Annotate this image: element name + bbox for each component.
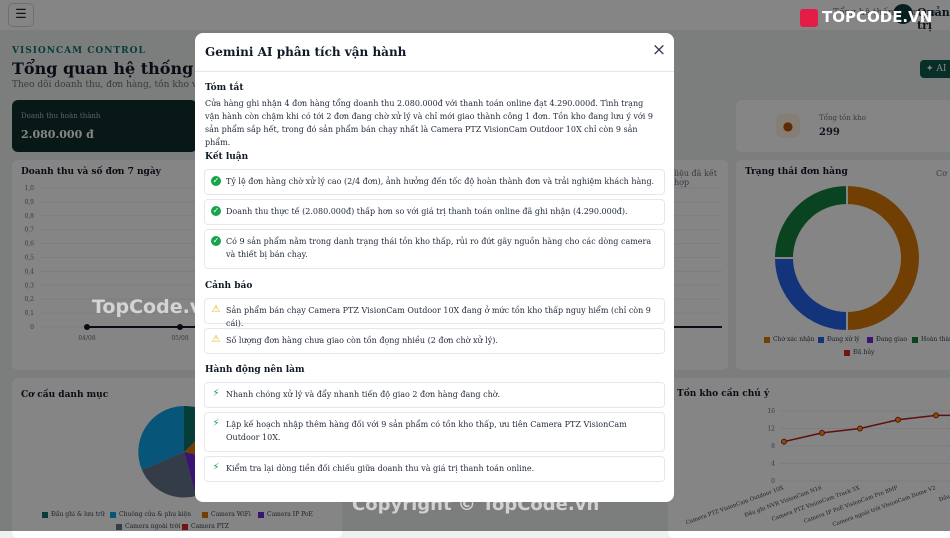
lightning-icon: ⚡ bbox=[212, 418, 220, 429]
action-text: Kiểm tra lại dòng tiền đối chiếu giữa do… bbox=[226, 464, 535, 473]
action-item: ⚡ Lập kế hoạch nhập thêm hàng đối với 9 … bbox=[204, 412, 665, 452]
action-text: Nhanh chóng xử lý và đẩy nhanh tiến độ g… bbox=[226, 390, 501, 399]
warning-text: Số lượng đơn hàng chưa giao còn tồn đọng… bbox=[226, 336, 498, 345]
action-item: ⚡ Kiểm tra lại dòng tiền đối chiếu giữa … bbox=[204, 456, 665, 482]
action-item: ⚡ Nhanh chóng xử lý và đẩy nhanh tiến độ… bbox=[204, 382, 665, 408]
warning-item: ⚠ Số lượng đơn hàng chưa giao còn tồn đọ… bbox=[204, 328, 665, 354]
warnings-heading: Cảnh báo bbox=[205, 281, 253, 291]
ai-analysis-modal: Gemini AI phân tích vận hành × Tóm tắt C… bbox=[195, 33, 674, 502]
check-circle-icon: ✓ bbox=[211, 236, 221, 246]
summary-text: Cửa hàng ghi nhận 4 đơn hàng tổng doanh … bbox=[205, 99, 653, 147]
conclusions-heading: Kết luận bbox=[205, 152, 249, 162]
actions-heading: Hành động nên làm bbox=[205, 365, 305, 375]
topcode-logo-icon bbox=[800, 8, 818, 27]
conclusion-item: ✓ Doanh thu thực tế (2.080.000đ) thấp hơ… bbox=[204, 199, 665, 225]
action-text: Lập kế hoạch nhập thêm hàng đối với 9 sả… bbox=[226, 420, 627, 442]
conclusion-text: Có 9 sản phẩm nằm trong danh trạng thái … bbox=[226, 237, 652, 259]
watermark-brand-text: TOPCODE.VN bbox=[822, 8, 933, 26]
check-circle-icon: ✓ bbox=[211, 176, 221, 186]
modal-header: Gemini AI phân tích vận hành × bbox=[195, 33, 674, 72]
conclusion-text: Tỷ lệ đơn hàng chờ xử lý cao (2/4 đơn), … bbox=[226, 177, 655, 186]
conclusion-item: ✓ Có 9 sản phẩm nằm trong danh trạng thá… bbox=[204, 229, 665, 269]
warning-item: ⚠ Sản phẩm bán chạy Camera PTZ VisionCam… bbox=[204, 298, 665, 328]
warning-icon: ⚠ bbox=[211, 304, 221, 315]
warning-icon: ⚠ bbox=[211, 334, 221, 345]
close-icon[interactable]: × bbox=[651, 42, 667, 59]
lightning-icon: ⚡ bbox=[212, 462, 220, 473]
topcode-watermark: TOPCODE.VN bbox=[800, 8, 932, 27]
summary-heading: Tóm tắt bbox=[205, 83, 244, 93]
conclusion-item: ✓ Tỷ lệ đơn hàng chờ xử lý cao (2/4 đơn)… bbox=[204, 169, 665, 195]
modal-title: Gemini AI phân tích vận hành bbox=[205, 45, 407, 59]
copyright-watermark: Copyright © TopCode.vn bbox=[352, 494, 600, 515]
lightning-icon: ⚡ bbox=[212, 388, 220, 399]
conclusion-text: Doanh thu thực tế (2.080.000đ) thấp hơn … bbox=[226, 207, 628, 216]
check-circle-icon: ✓ bbox=[211, 206, 221, 216]
warning-text: Sản phẩm bán chạy Camera PTZ VisionCam O… bbox=[226, 306, 651, 328]
